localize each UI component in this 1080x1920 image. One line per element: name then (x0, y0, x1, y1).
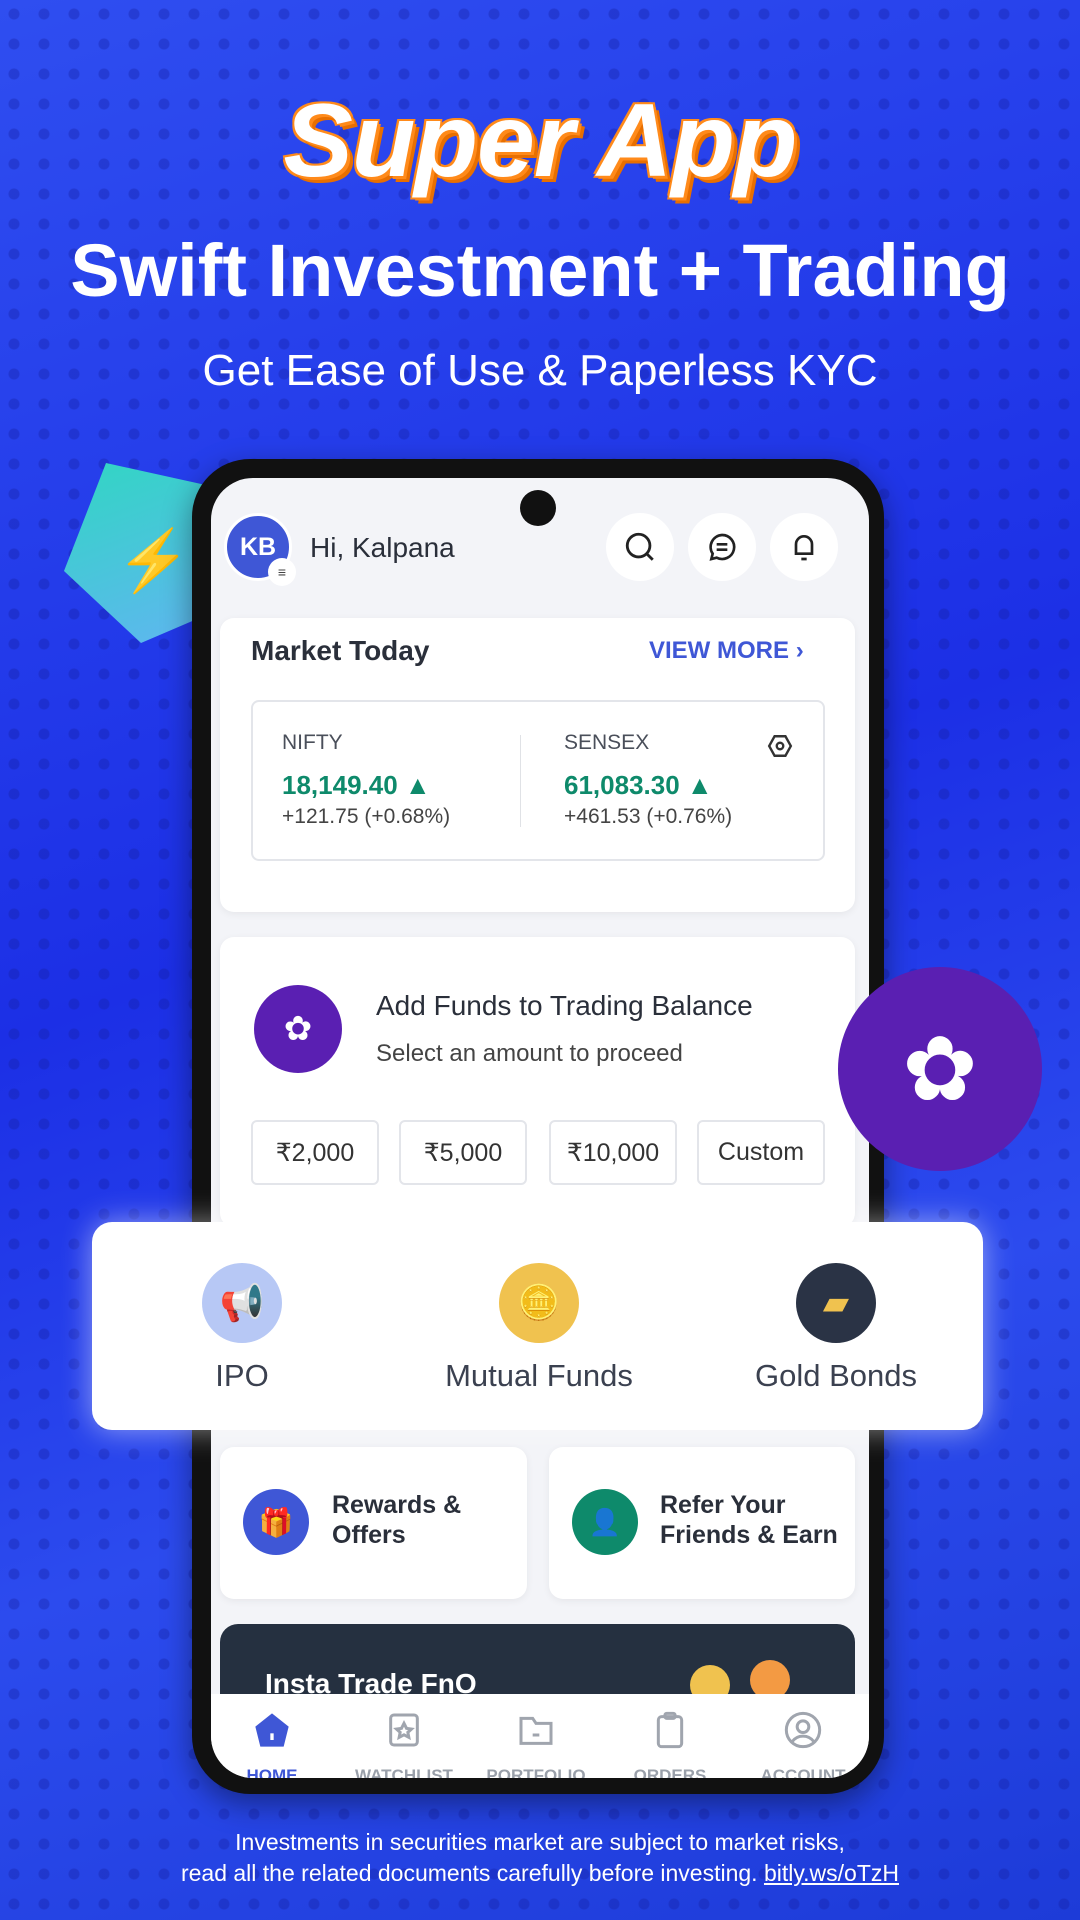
bell-icon (794, 535, 814, 561)
flower-badge-icon: ✿ (838, 967, 1042, 1171)
index-change: +121.75 (+0.68%) (282, 805, 451, 828)
chat-icon (709, 533, 736, 561)
view-more-link[interactable]: VIEW MORE › (649, 637, 804, 665)
index-value: 18,149.40 (282, 770, 398, 800)
quick-label: Mutual Funds (445, 1358, 633, 1393)
refer-user-icon: 👤 (572, 1489, 638, 1555)
index-value: 61,083.30 (564, 770, 680, 800)
add-funds-subtitle: Select an amount to proceed (376, 1040, 683, 1067)
index-change: +461.53 (+0.76%) (564, 805, 733, 828)
nav-account-label[interactable]: ACCOUNT (738, 1766, 868, 1778)
settings-hex-icon[interactable] (767, 733, 793, 759)
view-more-label: VIEW MORE (649, 637, 790, 664)
quick-label: Gold Bonds (755, 1358, 917, 1393)
nav-portfolio-label[interactable]: PORTFOLIO (471, 1766, 601, 1778)
gold-bars-icon: ▰ (796, 1263, 876, 1343)
promo-title: Super App (283, 83, 798, 199)
orders-icon[interactable] (650, 1710, 690, 1750)
amount-5000-button[interactable]: ₹5,000 (399, 1120, 527, 1185)
market-title: Market Today (251, 635, 430, 666)
refer-label: Refer Your Friends & Earn (660, 1491, 838, 1549)
amount-custom-button[interactable]: Custom (697, 1120, 825, 1185)
home-icon[interactable] (252, 1710, 292, 1750)
nav-home-label[interactable]: HOME (211, 1766, 337, 1778)
divider (520, 735, 521, 827)
search-button[interactable] (606, 513, 674, 581)
account-icon[interactable] (783, 1710, 823, 1750)
disclaimer-line1: Investments in securities market are sub… (235, 1829, 845, 1855)
chat-button[interactable] (688, 513, 756, 581)
disclaimer-text: read all the related documents carefully… (180, 1860, 758, 1886)
camera-notch (520, 490, 556, 526)
gift-icon: 🎁 (243, 1489, 309, 1555)
promo-subtitle: Get Ease of Use & Paperless KYC (202, 346, 878, 395)
greeting: Hi, Kalpana (310, 532, 455, 563)
nav-orders-label[interactable]: ORDERS (605, 1766, 735, 1778)
index-name: NIFTY (282, 731, 343, 754)
promo-headline: Swift Investment + Trading (70, 229, 1010, 312)
up-arrow-icon: ▲ (404, 770, 431, 800)
amount-10000-button[interactable]: ₹10,000 (549, 1120, 677, 1185)
search-icon (625, 532, 654, 561)
watchlist-icon[interactable] (384, 1710, 424, 1750)
add-funds-title: Add Funds to Trading Balance (376, 990, 753, 1021)
amount-2000-button[interactable]: ₹2,000 (251, 1120, 379, 1185)
disclaimer-line2: read all the related documents carefully… (0, 1860, 1080, 1887)
portfolio-icon[interactable] (516, 1710, 556, 1750)
notifications-button[interactable] (770, 513, 838, 581)
megaphone-icon: 📢 (202, 1263, 282, 1343)
lightning-badge-icon: ⚡ (64, 463, 204, 643)
index-value-row: 61,083.30 ▲ (564, 770, 713, 801)
quick-label: IPO (215, 1358, 269, 1393)
rewards-label: Rewards & Offers (332, 1491, 462, 1549)
up-arrow-icon: ▲ (686, 770, 713, 800)
add-funds-icon: ✿ (254, 985, 342, 1073)
disclaimer-link[interactable]: bitly.ws/oTzH (764, 1860, 899, 1886)
avatar-initials: KB (239, 532, 277, 561)
coins-icon: 🪙 (499, 1263, 579, 1343)
index-value-row: 18,149.40 ▲ (282, 770, 431, 801)
chevron-right-icon: › (795, 637, 804, 664)
index-name: SENSEX (564, 731, 650, 754)
nav-watchlist-label[interactable]: WATCHLIST (339, 1766, 469, 1778)
menu-icon[interactable]: ≡ (268, 558, 296, 586)
